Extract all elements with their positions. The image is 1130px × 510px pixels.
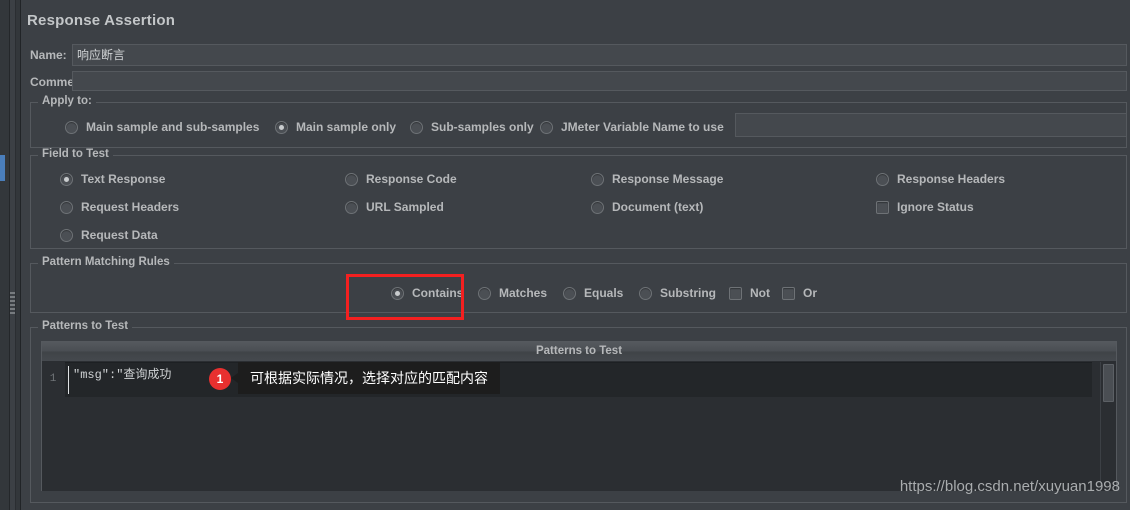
radio-main-sample-only[interactable]: Main sample only <box>275 120 396 134</box>
radio-document-text[interactable]: Document (text) <box>591 200 703 214</box>
response-assertion-screen: Response Assertion Name: 响应断言 Comments: … <box>0 0 1130 510</box>
radio-label: Document (text) <box>612 200 704 214</box>
patterns-table[interactable]: Patterns to Test 1 "msg":"查询成功 <box>41 341 1117 491</box>
radio-label: Main sample only <box>296 120 397 134</box>
radio-icon <box>563 286 576 300</box>
radio-icon <box>60 200 73 214</box>
checkbox-icon <box>782 286 795 300</box>
text-caret <box>68 366 69 394</box>
checkbox-icon <box>729 286 742 300</box>
scrollbar-thumb[interactable] <box>1103 364 1114 402</box>
annotation-badge: 1 <box>209 368 231 390</box>
radio-icon <box>275 120 288 134</box>
radio-label: Response Code <box>366 172 457 186</box>
name-label: Name: <box>30 48 67 62</box>
radio-response-message[interactable]: Response Message <box>591 172 723 186</box>
radio-label: Sub-samples only <box>431 120 534 134</box>
radio-matches[interactable]: Matches <box>478 286 547 300</box>
radio-icon <box>540 120 553 134</box>
radio-label: Equals <box>584 286 624 300</box>
radio-text-response[interactable]: Text Response <box>60 172 165 186</box>
field-to-test-legend: Field to Test <box>38 148 113 160</box>
radio-label: Request Headers <box>81 200 180 214</box>
radio-response-code[interactable]: Response Code <box>345 172 457 186</box>
radio-icon <box>60 172 73 186</box>
radio-url-sampled[interactable]: URL Sampled <box>345 200 444 214</box>
checkbox-label: Not <box>750 286 770 300</box>
radio-icon <box>345 200 358 214</box>
radio-icon <box>639 286 652 300</box>
radio-icon <box>591 200 604 214</box>
patterns-table-body: 1 "msg":"查询成功 <box>42 362 1116 491</box>
checkbox-or[interactable]: Or <box>782 286 817 300</box>
radio-label: JMeter Variable Name to use <box>561 120 724 134</box>
pattern-cell-value: "msg":"查询成功 <box>73 368 172 382</box>
patterns-to-test-legend: Patterns to Test <box>38 320 133 332</box>
apply-to-legend: Apply to: <box>38 95 96 107</box>
checkbox-label: Or <box>803 286 818 300</box>
radio-jmeter-variable-name[interactable]: JMeter Variable Name to use <box>540 120 724 134</box>
patterns-to-test-group: Patterns to Test Patterns to Test 1 "msg… <box>30 320 1127 503</box>
radio-substring[interactable]: Substring <box>639 286 716 300</box>
radio-request-headers[interactable]: Request Headers <box>60 200 179 214</box>
radio-main-sample-and-sub-samples[interactable]: Main sample and sub-samples <box>65 120 259 134</box>
watermark-text: https://blog.csdn.net/xuyuan1998 <box>899 478 1120 495</box>
annotation-tooltip: 可根据实际情况，选择对应的匹配内容 <box>231 362 500 394</box>
pattern-matching-rules-legend: Pattern Matching Rules <box>38 256 174 268</box>
radio-icon <box>591 172 604 186</box>
radio-sub-samples-only[interactable]: Sub-samples only <box>410 120 534 134</box>
jmeter-variable-name-input[interactable] <box>735 113 1127 137</box>
radio-label: URL Sampled <box>366 200 444 214</box>
radio-label: Main sample and sub-samples <box>86 120 260 134</box>
checkbox-ignore-status[interactable]: Ignore Status <box>876 200 974 214</box>
radio-label: Request Data <box>81 228 158 242</box>
name-input[interactable]: 响应断言 <box>72 44 1127 66</box>
radio-icon <box>876 172 889 186</box>
tree-panel-gutter <box>0 0 10 510</box>
radio-label: Response Message <box>612 172 724 186</box>
radio-response-headers[interactable]: Response Headers <box>876 172 1005 186</box>
radio-label: Matches <box>499 286 548 300</box>
splitter-track[interactable] <box>10 0 15 510</box>
splitter-grip-icon[interactable] <box>10 292 15 318</box>
radio-label: Response Headers <box>897 172 1006 186</box>
radio-icon <box>65 120 78 134</box>
assertion-panel: Response Assertion Name: 响应断言 Comments: … <box>21 0 1130 510</box>
page-title: Response Assertion <box>27 12 176 29</box>
highlight-rectangle-annotation <box>346 274 464 320</box>
patterns-table-column-header[interactable]: Patterns to Test <box>42 342 1116 362</box>
radio-icon <box>60 228 73 242</box>
tree-selection-indicator <box>0 155 5 181</box>
checkbox-icon <box>876 200 889 214</box>
comments-input[interactable] <box>72 71 1127 91</box>
checkbox-not[interactable]: Not <box>729 286 770 300</box>
radio-icon <box>478 286 491 300</box>
radio-icon <box>410 120 423 134</box>
table-row-number: 1 <box>49 373 57 385</box>
radio-request-data[interactable]: Request Data <box>60 228 158 242</box>
radio-icon <box>345 172 358 186</box>
patterns-table-scrollbar[interactable] <box>1100 362 1116 491</box>
radio-label: Text Response <box>81 172 166 186</box>
checkbox-label: Ignore Status <box>897 200 974 214</box>
radio-label: Substring <box>660 286 716 300</box>
radio-equals[interactable]: Equals <box>563 286 623 300</box>
